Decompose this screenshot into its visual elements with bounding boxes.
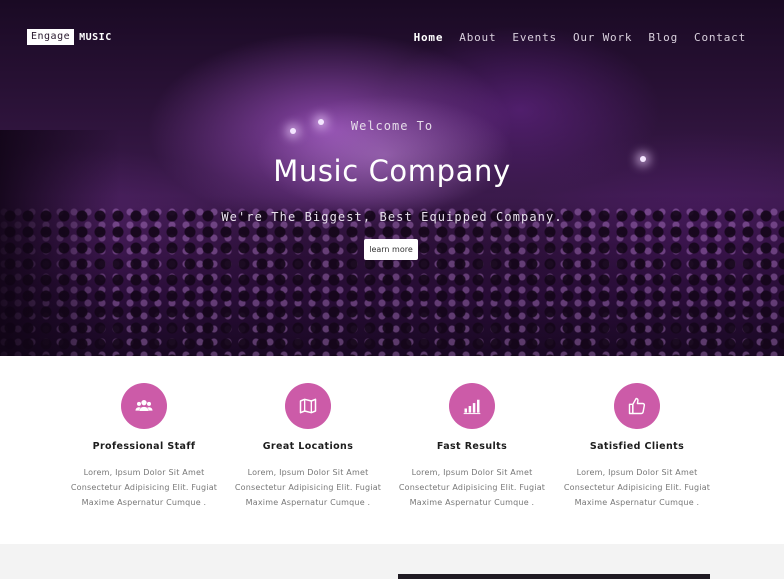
hero-tagline: We're The Biggest, Best Equipped Company… xyxy=(221,210,563,224)
people-icon xyxy=(135,400,153,411)
feature-great-locations: Great Locations Lorem, Ipsum Dolor Sit A… xyxy=(228,383,388,510)
feature-description: Lorem, Ipsum Dolor Sit Amet Consectetur … xyxy=(64,465,224,510)
map-icon xyxy=(299,398,317,414)
features-section: Professional Staff Lorem, Ipsum Dolor Si… xyxy=(0,356,784,544)
thumbs-up-icon xyxy=(628,397,646,415)
feature-desc-line: Consectetur Adipisicing Elit. Fugiat xyxy=(398,483,546,492)
hero-welcome: Welcome To xyxy=(350,119,434,133)
logo-word: MUSIC xyxy=(79,31,112,43)
feature-desc-line: Maxime Aspernatur Cumque . xyxy=(245,498,371,507)
feature-desc-line: Lorem, Ipsum Dolor Sit Amet xyxy=(576,468,698,477)
feature-professional-staff: Professional Staff Lorem, Ipsum Dolor Si… xyxy=(64,383,224,510)
feature-icon-circle xyxy=(285,383,331,429)
nav-events[interactable]: Events xyxy=(512,31,557,44)
feature-description: Lorem, Ipsum Dolor Sit Amet Consectetur … xyxy=(392,465,552,510)
media-block-edge xyxy=(398,574,710,579)
feature-desc-line: Maxime Aspernatur Cumque . xyxy=(409,498,535,507)
nav-contact[interactable]: Contact xyxy=(694,31,746,44)
hero-section: Engage MUSIC Home About Events Our Work … xyxy=(0,0,784,356)
hero-headline: Music Company xyxy=(273,154,511,188)
learn-more-button[interactable]: learn more xyxy=(364,239,418,260)
feature-desc-line: Consectetur Adipisicing Elit. Fugiat xyxy=(70,483,218,492)
feature-title: Great Locations xyxy=(262,441,354,452)
bar-chart-icon xyxy=(463,399,481,415)
feature-desc-line: Consectetur Adipisicing Elit. Fugiat xyxy=(563,483,711,492)
feature-icon-circle xyxy=(121,383,167,429)
feature-title: Satisfied Clients xyxy=(589,441,685,452)
feature-desc-line: Maxime Aspernatur Cumque . xyxy=(81,498,207,507)
feature-desc-line: Maxime Aspernatur Cumque . xyxy=(574,498,700,507)
feature-desc-line: Lorem, Ipsum Dolor Sit Amet xyxy=(83,468,205,477)
feature-title: Professional Staff xyxy=(92,441,196,452)
nav-about[interactable]: About xyxy=(459,31,496,44)
feature-description: Lorem, Ipsum Dolor Sit Amet Consectetur … xyxy=(557,465,717,510)
feature-description: Lorem, Ipsum Dolor Sit Amet Consectetur … xyxy=(228,465,388,510)
feature-title: Fast Results xyxy=(436,441,508,452)
feature-satisfied-clients: Satisfied Clients Lorem, Ipsum Dolor Sit… xyxy=(557,383,717,510)
main-nav: Home About Events Our Work Blog Contact xyxy=(398,31,746,44)
logo-box-text: Engage xyxy=(27,29,75,45)
feature-desc-line: Lorem, Ipsum Dolor Sit Amet xyxy=(247,468,369,477)
feature-desc-line: Consectetur Adipisicing Elit. Fugiat xyxy=(234,483,382,492)
site-logo[interactable]: Engage MUSIC xyxy=(27,29,112,45)
feature-fast-results: Fast Results Lorem, Ipsum Dolor Sit Amet… xyxy=(392,383,552,510)
nav-home[interactable]: Home xyxy=(414,31,444,44)
feature-icon-circle xyxy=(449,383,495,429)
nav-our-work[interactable]: Our Work xyxy=(573,31,632,44)
nav-blog[interactable]: Blog xyxy=(648,31,678,44)
feature-icon-circle xyxy=(614,383,660,429)
feature-desc-line: Lorem, Ipsum Dolor Sit Amet xyxy=(411,468,533,477)
next-section xyxy=(0,544,784,579)
